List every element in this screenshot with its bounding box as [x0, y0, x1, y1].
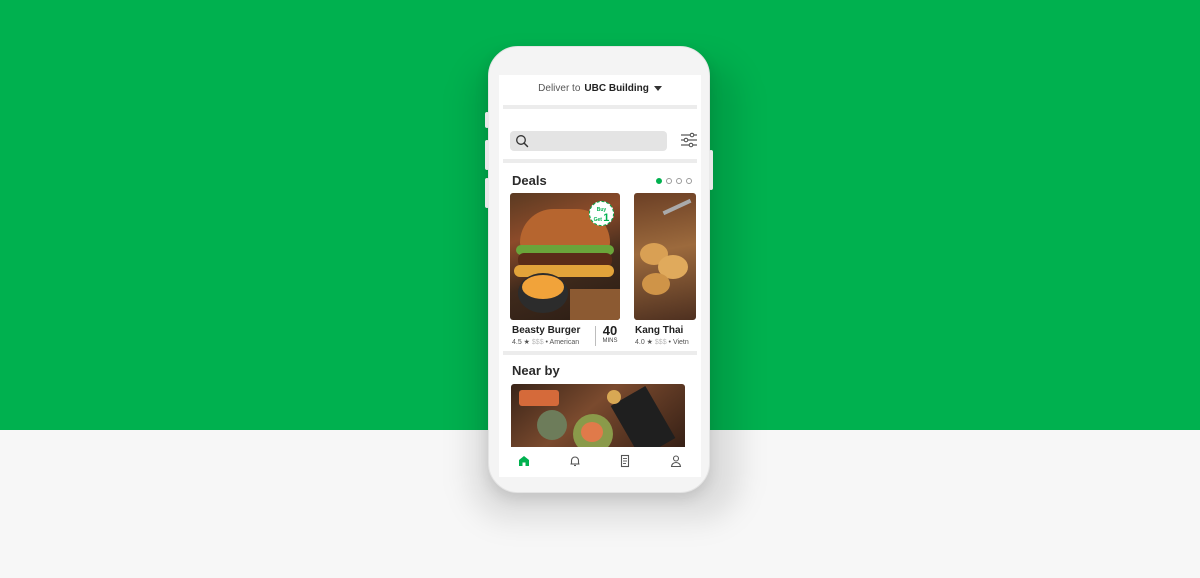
deal-card-meta: 4.5 ★ $$$ • American	[512, 339, 580, 346]
nav-profile[interactable]	[664, 449, 688, 473]
phone-device: Deliver to UBC Building Deals Buy Get 1 …	[488, 46, 710, 493]
nav-home[interactable]	[512, 449, 536, 473]
delivery-location: UBC Building	[584, 83, 649, 94]
app-screen: Deliver to UBC Building Deals Buy Get 1 …	[499, 75, 701, 477]
carousel-dot[interactable]	[686, 178, 692, 184]
deliver-to-label: Deliver to	[538, 83, 581, 94]
home-icon	[519, 456, 530, 466]
carousel-indicator[interactable]	[656, 178, 692, 184]
receipt-icon	[621, 454, 630, 468]
deal-card-name[interactable]: Kang Thai	[635, 325, 683, 336]
nav-orders[interactable]	[613, 449, 637, 473]
carousel-dot-active[interactable]	[656, 178, 662, 184]
eta-value: 40	[602, 323, 618, 338]
deal-card-name[interactable]: Beasty Burger	[512, 325, 580, 336]
divider	[503, 159, 697, 163]
profile-icon	[670, 455, 681, 468]
filter-icon[interactable]	[680, 132, 698, 148]
carousel-dot[interactable]	[666, 178, 672, 184]
phone-side-button	[485, 178, 489, 208]
deals-title: Deals	[512, 173, 547, 188]
phone-side-button	[485, 140, 489, 170]
deal-card-meta: 4.0 ★ $$$ • Vietn	[635, 339, 689, 346]
nearby-title: Near by	[512, 363, 560, 378]
phone-side-button	[485, 112, 489, 128]
carousel-dot[interactable]	[676, 178, 682, 184]
search-input[interactable]	[510, 131, 667, 151]
bell-icon	[570, 456, 580, 467]
divider-vertical	[595, 326, 596, 346]
deliver-to-selector[interactable]: Deliver to UBC Building	[499, 83, 701, 99]
promo-badge: Buy Get 1	[589, 201, 614, 226]
bottom-nav	[499, 447, 701, 475]
search-icon	[516, 135, 529, 148]
divider	[503, 105, 697, 109]
phone-side-button	[709, 150, 713, 190]
nav-notifications[interactable]	[563, 449, 587, 473]
deal-card-image-thai[interactable]	[634, 193, 696, 320]
eta-unit: MINS	[602, 338, 618, 344]
caret-down-icon	[653, 85, 662, 91]
divider	[503, 351, 697, 355]
